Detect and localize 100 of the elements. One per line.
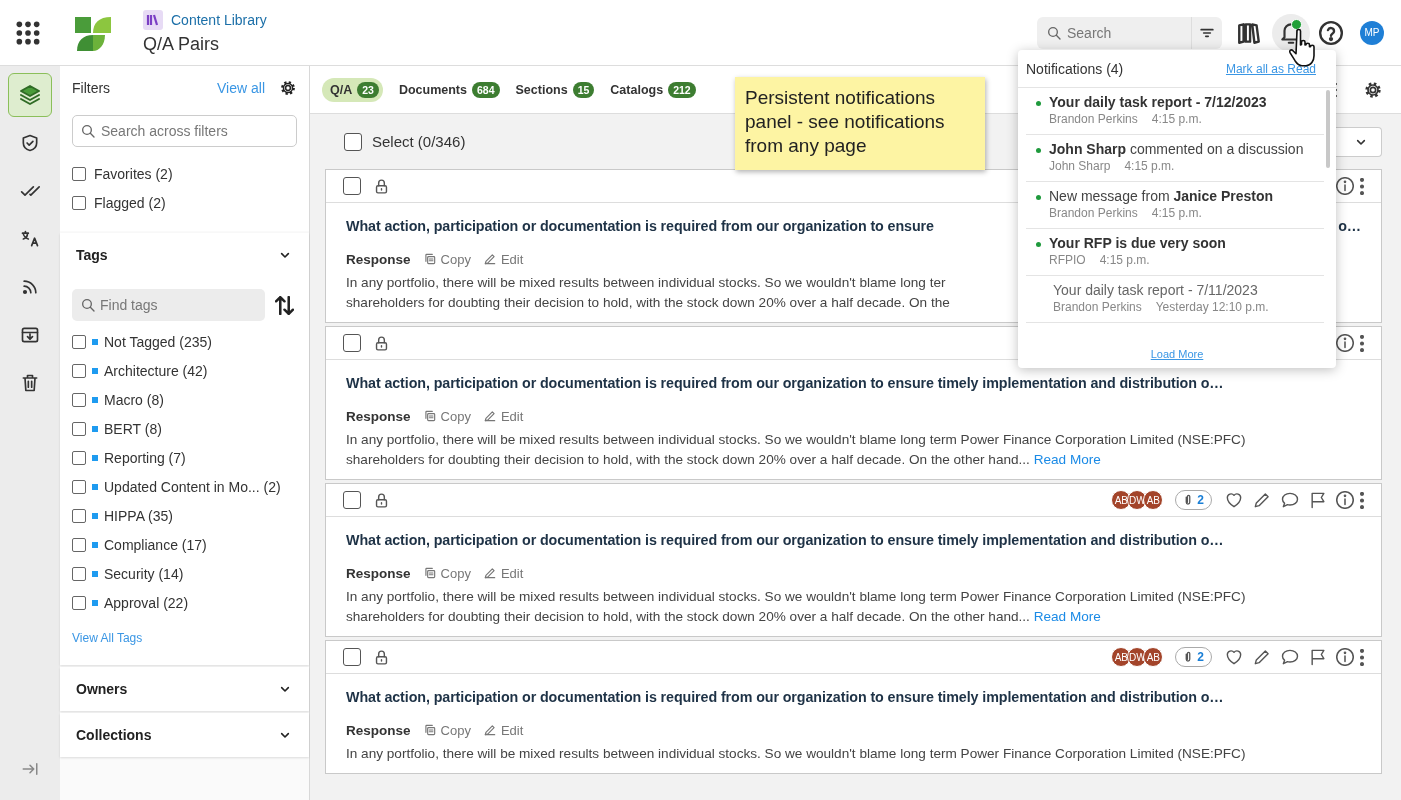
notification-time: 4:15 p.m. — [1099, 253, 1150, 267]
checkbox[interactable] — [72, 421, 86, 436]
copy-button[interactable]: Copy — [422, 565, 471, 581]
info-button[interactable] — [1336, 177, 1354, 195]
mark-all-read-link[interactable]: Mark all as Read — [1225, 61, 1316, 76]
tab[interactable]: Sections 15 — [515, 77, 595, 102]
search-field[interactable]: Search across filters — [72, 115, 297, 147]
checkbox[interactable] — [72, 450, 86, 465]
lock-icon — [373, 648, 390, 666]
copy-button[interactable]: Copy — [422, 722, 471, 738]
tag-label: Updated Content in Mo... (2) — [104, 478, 281, 495]
checkbox[interactable] — [72, 479, 86, 494]
search-icon — [80, 297, 96, 313]
app-name-link[interactable]: Content Library — [171, 12, 267, 28]
notification-author: RFPIO — [1049, 253, 1086, 267]
more-button[interactable] — [1360, 491, 1364, 509]
info-button[interactable] — [1336, 334, 1354, 352]
checkbox[interactable] — [72, 363, 86, 378]
checkbox[interactable] — [72, 392, 86, 407]
app-grid-icon[interactable] — [15, 19, 41, 46]
lock-icon — [373, 334, 390, 352]
logo — [75, 14, 111, 51]
info-button[interactable] — [1336, 491, 1354, 509]
flag-button[interactable] — [1308, 647, 1328, 667]
section-header[interactable]: Owners — [60, 667, 309, 711]
read-more-link[interactable]: Read More — [1033, 452, 1101, 467]
settings-icon — [279, 79, 297, 97]
attachments-button[interactable]: 2 — [1175, 647, 1212, 667]
info-button[interactable] — [1336, 648, 1354, 666]
section-header[interactable]: Collections — [60, 713, 309, 757]
comment-button[interactable] — [1280, 490, 1300, 510]
pencil-icon — [482, 409, 497, 423]
notification-text[interactable]: Your RFP is due very soon — [1049, 235, 1226, 251]
checkbox[interactable] — [72, 595, 86, 610]
copy-icon — [422, 723, 437, 737]
search-field[interactable]: Find tags — [72, 289, 265, 321]
notification-text[interactable]: John Sharp commented on a discussion — [1049, 141, 1304, 157]
heart-icon — [1224, 647, 1244, 667]
flag-button[interactable] — [1308, 490, 1328, 510]
checkbox[interactable] — [72, 508, 86, 523]
edit-button[interactable]: Edit — [482, 251, 524, 267]
more-button[interactable] — [1360, 177, 1364, 195]
scrollbar[interactable] — [1326, 90, 1330, 168]
help-icon — [1318, 19, 1344, 46]
checkbox[interactable] — [72, 334, 86, 349]
translate-icon — [20, 229, 40, 249]
filter-label: Favorites (2) — [94, 165, 173, 182]
sticky-note-text: Persistent notifications panel - see notifications from any page — [745, 87, 945, 156]
edit-button[interactable]: Edit — [482, 722, 524, 738]
checkbox[interactable] — [72, 537, 86, 552]
checkbox[interactable] — [72, 195, 86, 210]
comment-icon — [1280, 647, 1300, 667]
tag-label: Compliance (17) — [104, 536, 207, 553]
section-header[interactable]: Tags — [60, 233, 309, 277]
checkbox[interactable] — [72, 166, 86, 181]
comment-button[interactable] — [1280, 647, 1300, 667]
edit-button[interactable]: Edit — [482, 408, 524, 424]
rail-item[interactable] — [8, 73, 52, 117]
comment-icon — [1280, 490, 1300, 510]
checkbox[interactable] — [343, 648, 361, 666]
tag-label: Security (14) — [104, 565, 184, 582]
help-button[interactable] — [1318, 19, 1344, 46]
notification-text[interactable]: Your daily task report - 7/12/2023 — [1049, 94, 1267, 110]
more-button[interactable] — [1360, 648, 1364, 666]
checkbox[interactable] — [343, 491, 361, 509]
tag-label: HIPPA (35) — [104, 507, 173, 524]
edit-button[interactable] — [1252, 490, 1272, 510]
view-all-link[interactable]: View all — [217, 80, 265, 96]
more-button[interactable] — [1360, 334, 1364, 352]
edit-button[interactable] — [1252, 647, 1272, 667]
more-icon — [1360, 177, 1364, 195]
like-button[interactable] — [1224, 490, 1244, 510]
tag-label: Not Tagged (235) — [104, 333, 212, 350]
checkbox[interactable] — [343, 334, 361, 352]
view-all-tags-link[interactable]: View All Tags — [72, 631, 143, 645]
search-field[interactable]: Search — [1037, 16, 1191, 49]
pencil-icon — [482, 566, 497, 580]
load-more-link[interactable]: Load More — [1150, 348, 1204, 360]
edit-button[interactable]: Edit — [482, 565, 524, 581]
copy-button[interactable]: Copy — [422, 408, 471, 424]
checkbox[interactable] — [343, 177, 361, 195]
checkbox[interactable] — [72, 566, 86, 581]
copy-button[interactable]: Copy — [422, 251, 471, 267]
notification-text[interactable]: Your daily task report - 7/11/2023 — [1053, 282, 1269, 298]
tab[interactable]: Catalogs 212 — [610, 77, 696, 102]
attachments-button[interactable]: 2 — [1175, 490, 1212, 510]
like-button[interactable] — [1224, 647, 1244, 667]
response-text: In any portfolio, there will be mixed results between individual stocks. So we wouldn't blame long term Power Finance Corporation Limited (NSE:PFC) — [346, 589, 1246, 604]
user-avatar[interactable]: MP — [1360, 20, 1384, 45]
notification-text[interactable]: New message from Janice Preston — [1049, 188, 1274, 204]
tab[interactable]: Q/A 23 — [322, 77, 383, 102]
settings-button[interactable] — [279, 79, 297, 97]
collapse-button[interactable] — [21, 760, 39, 778]
info-icon — [1336, 491, 1354, 509]
sort-button[interactable] — [275, 295, 294, 315]
filter-button[interactable] — [1191, 16, 1222, 49]
checkbox[interactable] — [344, 132, 362, 151]
response-label: Response — [346, 408, 411, 424]
read-more-link[interactable]: Read More — [1033, 609, 1101, 624]
tab[interactable]: Documents 684 — [398, 77, 500, 102]
